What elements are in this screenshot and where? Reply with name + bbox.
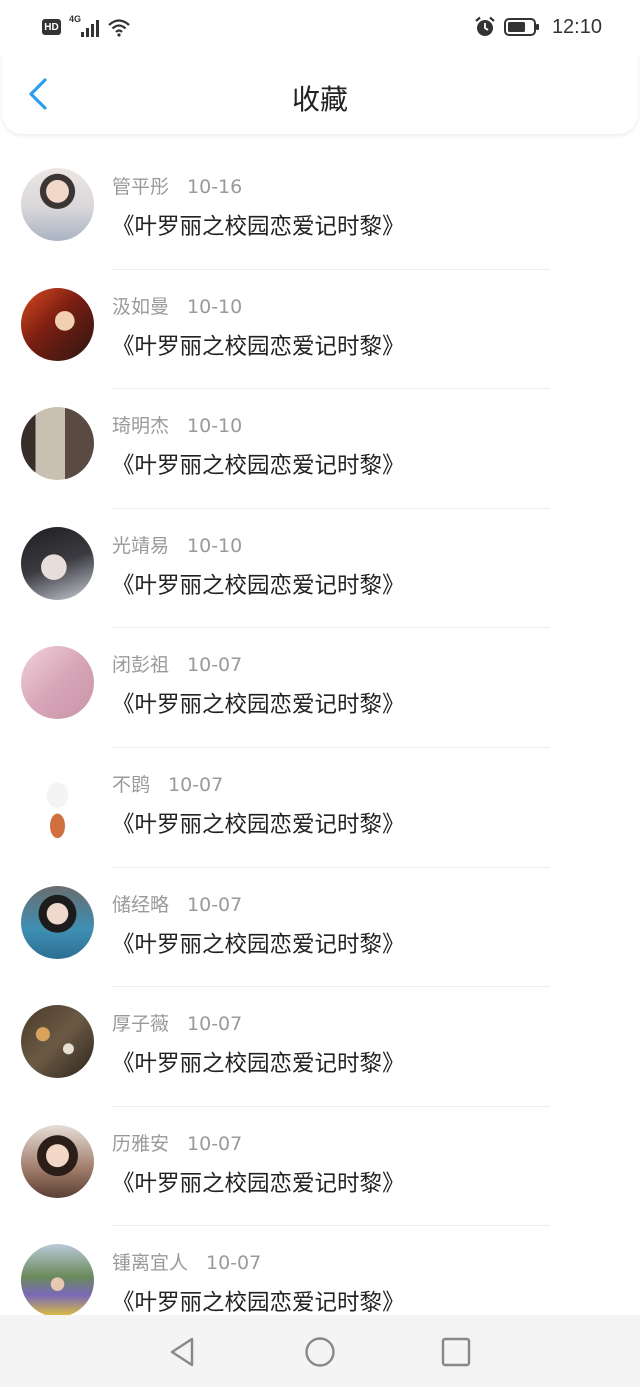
- list-item[interactable]: 琦明杰 10-10 《叶罗丽之校园恋爱记时黎》: [0, 389, 640, 509]
- avatar: [21, 407, 94, 481]
- item-date: 10-07: [187, 1013, 243, 1036]
- user-name[interactable]: 光靖易: [112, 535, 169, 557]
- clock-time: 12:10: [551, 15, 602, 38]
- item-title[interactable]: 《叶罗丽之校园恋爱记时黎》: [112, 1285, 630, 1317]
- signal-icon: 4G: [69, 14, 99, 37]
- list-item[interactable]: 不鹍 10-07 《叶罗丽之校园恋爱记时黎》: [0, 748, 640, 868]
- item-date: 10-10: [187, 415, 243, 438]
- item-title[interactable]: 《叶罗丽之校园恋爱记时黎》: [112, 209, 630, 241]
- user-name[interactable]: 储经略: [112, 894, 169, 916]
- square-recent-icon: [441, 1337, 471, 1367]
- avatar: [21, 646, 94, 720]
- circle-home-icon: [305, 1337, 335, 1367]
- item-title[interactable]: 《叶罗丽之校园恋爱记时黎》: [112, 687, 630, 719]
- wifi-icon: [108, 19, 130, 37]
- nav-recent-button[interactable]: [439, 1335, 473, 1369]
- user-name[interactable]: 汲如曼: [112, 296, 169, 318]
- item-title[interactable]: 《叶罗丽之校园恋爱记时黎》: [112, 1046, 630, 1078]
- status-bar: HD 4G 12:10: [0, 0, 640, 54]
- avatar: [21, 526, 94, 600]
- avatar: [21, 885, 94, 959]
- item-title[interactable]: 《叶罗丽之校园恋爱记时黎》: [112, 329, 630, 361]
- status-right: 12:10: [474, 16, 602, 39]
- list-item[interactable]: 厚子薇 10-07 《叶罗丽之校园恋爱记时黎》: [0, 987, 640, 1107]
- list-item[interactable]: 历雅安 10-07 《叶罗丽之校园恋爱记时黎》: [0, 1107, 640, 1227]
- avatar: [21, 287, 94, 361]
- avatar: [21, 168, 94, 241]
- favorites-list: 管平彤 10-16 《叶罗丽之校园恋爱记时黎》 汲如曼 10-10 《叶罗丽之校园恋…: [0, 150, 640, 1346]
- user-name[interactable]: 管平彤: [112, 176, 169, 198]
- hd-icon: HD: [42, 19, 61, 35]
- nav-header: 收藏: [2, 54, 638, 134]
- status-left: HD 4G: [42, 14, 131, 37]
- user-name[interactable]: 锺离宜人: [112, 1252, 188, 1274]
- avatar: [21, 1124, 94, 1198]
- avatar: [21, 1005, 94, 1079]
- nav-home-button[interactable]: [303, 1335, 337, 1369]
- item-date: 10-07: [187, 1132, 243, 1155]
- avatar: [21, 1244, 94, 1318]
- triangle-back-icon: [170, 1337, 194, 1367]
- user-name[interactable]: 琦明杰: [112, 415, 169, 437]
- list-item[interactable]: 储经略 10-07 《叶罗丽之校园恋爱记时黎》: [0, 868, 640, 988]
- user-name[interactable]: 历雅安: [112, 1133, 169, 1155]
- user-name[interactable]: 不鹍: [112, 774, 150, 796]
- item-title[interactable]: 《叶罗丽之校园恋爱记时黎》: [112, 1166, 630, 1198]
- user-name[interactable]: 厚子薇: [112, 1013, 169, 1035]
- list-item[interactable]: 汲如曼 10-10 《叶罗丽之校园恋爱记时黎》: [0, 270, 640, 390]
- item-title[interactable]: 《叶罗丽之校园恋爱记时黎》: [112, 568, 630, 600]
- battery-icon: [503, 18, 539, 36]
- item-date: 10-16: [187, 176, 243, 198]
- system-nav-bar: [0, 1315, 640, 1387]
- item-date: 10-10: [187, 534, 243, 557]
- item-date: 10-10: [187, 295, 243, 318]
- item-title[interactable]: 《叶罗丽之校园恋爱记时黎》: [112, 448, 630, 480]
- list-item[interactable]: 光靖易 10-10 《叶罗丽之校园恋爱记时黎》: [0, 509, 640, 629]
- item-title[interactable]: 《叶罗丽之校园恋爱记时黎》: [112, 807, 630, 839]
- item-title[interactable]: 《叶罗丽之校园恋爱记时黎》: [112, 927, 630, 959]
- list-item[interactable]: 闭彭祖 10-07 《叶罗丽之校园恋爱记时黎》: [0, 628, 640, 748]
- item-date: 10-07: [187, 893, 243, 916]
- item-date: 10-07: [168, 773, 224, 796]
- nav-back-button[interactable]: [166, 1335, 200, 1369]
- page-title: 收藏: [291, 83, 348, 116]
- user-name[interactable]: 闭彭祖: [112, 654, 169, 676]
- list-item[interactable]: 管平彤 10-16 《叶罗丽之校园恋爱记时黎》: [0, 150, 640, 270]
- item-date: 10-07: [206, 1252, 262, 1275]
- network-type-label: 4G: [69, 14, 82, 24]
- item-date: 10-07: [187, 654, 243, 677]
- avatar: [21, 765, 94, 839]
- alarm-icon: [475, 16, 495, 36]
